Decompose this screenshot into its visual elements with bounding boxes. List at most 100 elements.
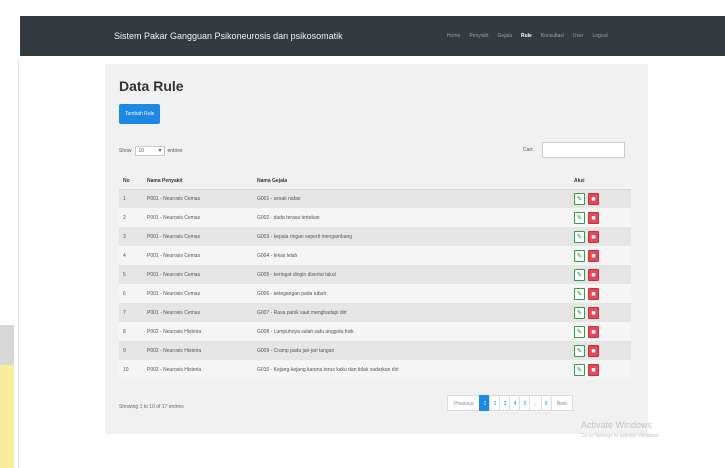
left-strip (0, 0, 16, 468)
trash-icon: ■ (591, 195, 596, 203)
show-entries: Show 10 entries (119, 146, 183, 156)
cell-penyakit: P002 - Neurosis Histeria (147, 341, 257, 360)
cell-penyakit: P001 - Neurosis Cemas (147, 265, 257, 284)
edit-button[interactable]: ✎ (574, 344, 585, 357)
cell-no: 5 (119, 265, 147, 284)
entries-select[interactable]: 10 (134, 146, 165, 156)
cell-penyakit: P002 - Neurosis Histeria (147, 322, 257, 341)
trash-icon: ■ (591, 347, 596, 355)
pencil-icon: ✎ (576, 347, 583, 355)
trash-icon: ■ (591, 309, 596, 317)
cell-no: 10 (119, 360, 147, 379)
table-row: 7 P001 - Neurosis Cemas G007 - Rasa panik … (119, 303, 631, 322)
cell-penyakit: P001 - Neurosis Cemas (147, 284, 257, 303)
delete-button[interactable]: ■ (588, 268, 599, 281)
header-aksi[interactable]: Aksi (574, 174, 631, 190)
header-gejala[interactable]: Nama Gejala (257, 174, 574, 190)
cell-gejala: G008 - Lumpuhnya salah satu anggota fisi… (257, 322, 574, 341)
trash-icon: ■ (591, 328, 596, 336)
delete-button[interactable]: ■ (588, 192, 599, 205)
navbar: Sistem Pakar Gangguan Psikoneurosis dan … (20, 16, 725, 56)
pencil-icon: ✎ (576, 195, 583, 203)
page-title: Data Rule (119, 78, 184, 94)
edit-button[interactable]: ✎ (574, 363, 585, 376)
nav-home[interactable]: Home (447, 33, 460, 39)
cell-gejala: G005 - keringat dingin disertai takut (257, 265, 574, 284)
cell-penyakit: P001 - Neurosis Cemas (147, 246, 257, 265)
pencil-icon: ✎ (576, 271, 583, 279)
trash-icon: ■ (591, 271, 596, 279)
delete-button[interactable]: ■ (588, 230, 599, 243)
pencil-icon: ✎ (576, 233, 583, 241)
pagination-next[interactable]: Next (550, 395, 573, 411)
left-divider (18, 58, 19, 468)
cell-no: 8 (119, 322, 147, 341)
delete-button[interactable]: ■ (588, 249, 599, 262)
cell-gejala: G002 - dada terasa tertekan (257, 208, 574, 227)
cell-no: 2 (119, 208, 147, 227)
header-penyakit[interactable]: Nama Penyakit (147, 174, 257, 190)
rule-table: No Nama Penyakit Nama Gejala Aksi 1 P001 … (119, 174, 631, 379)
trash-icon: ■ (591, 214, 596, 222)
edit-button[interactable]: ✎ (574, 211, 585, 224)
cell-gejala: G001 - sesak nafas (257, 189, 574, 208)
trash-icon: ■ (591, 366, 596, 374)
nav-konsultasi[interactable]: Konsultasi (541, 33, 564, 39)
show-label: Show (119, 148, 132, 154)
cell-no: 7 (119, 303, 147, 322)
edit-button[interactable]: ✎ (574, 249, 585, 262)
pencil-icon: ✎ (576, 328, 583, 336)
delete-button[interactable]: ■ (588, 287, 599, 300)
cell-no: 1 (119, 189, 147, 208)
pagination-previous[interactable]: Previous (447, 395, 481, 411)
left-strip-gray (0, 325, 14, 365)
cell-aksi: ✎ ■ (574, 189, 631, 208)
nav-gejala[interactable]: Gejala (498, 33, 512, 39)
table-row: 2 P001 - Neurosis Cemas G002 - dada terasa… (119, 208, 631, 227)
table-row: 8 P002 - Neurosis Histeria G008 - Lumpuhny… (119, 322, 631, 341)
cell-aksi: ✎ ■ (574, 265, 631, 284)
nav-user[interactable]: User (573, 33, 584, 39)
cell-no: 3 (119, 227, 147, 246)
nav-links: Home Penyakit Gejala Rule Konsultasi Use… (447, 16, 608, 56)
edit-button[interactable]: ✎ (574, 268, 585, 281)
watermark-title: Activate Windows (581, 420, 653, 430)
nav-rule[interactable]: Rule (521, 33, 532, 39)
delete-button[interactable]: ■ (588, 211, 599, 224)
left-strip-yellow (0, 365, 14, 468)
cell-penyakit: P001 - Neurosis Cemas (147, 189, 257, 208)
trash-icon: ■ (591, 290, 596, 298)
nav-penyakit[interactable]: Penyakit (469, 33, 488, 39)
cell-gejala: G006 - ketegangan pada tubuh (257, 284, 574, 303)
activate-windows-watermark: Activate Windows Go to Settings to activ… (581, 420, 660, 439)
delete-button[interactable]: ■ (588, 363, 599, 376)
table-row: 6 P001 - Neurosis Cemas G006 - ketegangan … (119, 284, 631, 303)
cell-no: 6 (119, 284, 147, 303)
edit-button[interactable]: ✎ (574, 230, 585, 243)
cell-no: 9 (119, 341, 147, 360)
edit-button[interactable]: ✎ (574, 325, 585, 338)
nav-logout[interactable]: Logout (592, 33, 607, 39)
search-input[interactable] (542, 142, 625, 158)
table-header-row: No Nama Penyakit Nama Gejala Aksi (119, 174, 631, 190)
cell-gejala: G007 - Rasa panik saat menghadapi diri (257, 303, 574, 322)
delete-button[interactable]: ■ (588, 306, 599, 319)
header-no[interactable]: No (119, 174, 147, 190)
entries-label: entries (167, 148, 183, 154)
edit-button[interactable]: ✎ (574, 287, 585, 300)
table-body: 1 P001 - Neurosis Cemas G001 - sesak nafas… (119, 189, 631, 379)
delete-button[interactable]: ■ (588, 325, 599, 338)
cell-aksi: ✎ ■ (574, 284, 631, 303)
edit-button[interactable]: ✎ (574, 192, 585, 205)
cell-gejala: G009 - Cramp pada jari-jari tangan (257, 341, 574, 360)
content-card: Data Rule Tambah Rule Show 10 entries Ca… (105, 64, 648, 434)
cell-aksi: ✎ ■ (574, 360, 631, 379)
pencil-icon: ✎ (576, 252, 583, 260)
delete-button[interactable]: ■ (588, 344, 599, 357)
pencil-icon: ✎ (576, 290, 583, 298)
edit-button[interactable]: ✎ (574, 306, 585, 319)
navbar-brand[interactable]: Sistem Pakar Gangguan Psikoneurosis dan … (114, 31, 343, 41)
cell-gejala: G003 - kepala ringan seperti mengambang (257, 227, 574, 246)
table-row: 3 P001 - Neurosis Cemas G003 - kepala ring… (119, 227, 631, 246)
add-rule-button[interactable]: Tambah Rule (119, 104, 161, 124)
